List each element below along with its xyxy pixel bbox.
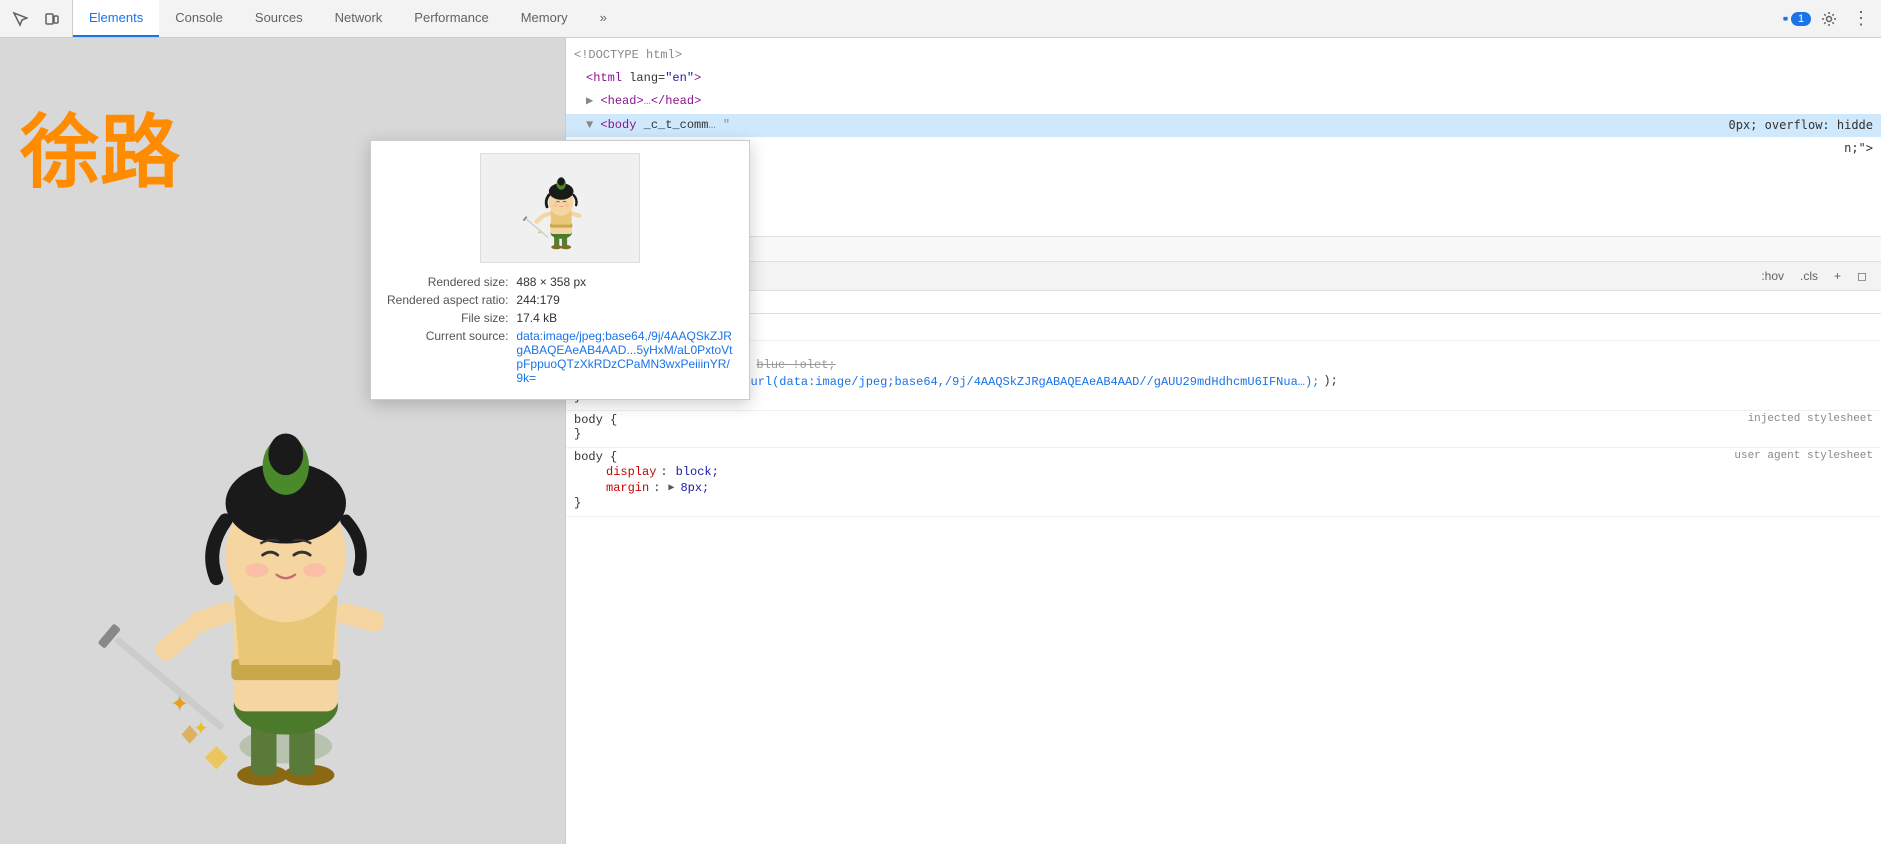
toolbar-icons xyxy=(0,0,73,37)
dom-svg[interactable]: ▼ <svg aria-hid… n;"> xyxy=(566,137,1881,160)
aspect-ratio-value: 244:179 xyxy=(565,291,737,309)
settings-button[interactable] xyxy=(1815,5,1843,33)
hov-button[interactable]: :hov xyxy=(1755,267,1790,285)
useragent-source-label: user agent stylesheet xyxy=(1734,450,1873,462)
feedback-button[interactable]: 1 xyxy=(1783,5,1811,33)
toggle-layout-button[interactable]: ◻ xyxy=(1851,267,1873,285)
devtools-tabs: Elements Console Sources Network Perform… xyxy=(73,0,1777,37)
svg-text:✦: ✦ xyxy=(170,690,189,716)
topbar-right-actions: 1 ⋮ xyxy=(1777,0,1881,37)
tab-network[interactable]: Network xyxy=(319,0,399,37)
styles-right-actions: :hov .cls + ◻ xyxy=(1755,267,1873,285)
main-area: 徐路 xyxy=(0,38,1881,844)
filter-input[interactable] xyxy=(588,295,1873,309)
injected-source-label: injected stylesheet xyxy=(1748,413,1873,425)
device-toggle-button[interactable] xyxy=(38,5,66,33)
dom-tree-container: <!DOCTYPE html> <html lang="en"> ▶ <head… xyxy=(566,38,1881,236)
tab-console[interactable]: Console xyxy=(159,0,239,37)
character-image: ✦ ✦ xyxy=(90,364,470,804)
tab-sources[interactable]: Sources xyxy=(239,0,319,37)
margin-expand[interactable]: ▶ xyxy=(668,482,674,494)
dom-body[interactable]: ▼ <body _c_t_comm… " 0px; overflow: hidd… xyxy=(566,114,1881,137)
css-rules: } body { background-color : blue !olet; xyxy=(566,314,1881,844)
tab-performance[interactable]: Performance xyxy=(398,0,504,37)
css-rule-closing: } xyxy=(566,318,1881,341)
css-line-background-color: background-color : blue !olet; xyxy=(574,357,1873,373)
notification-badge: 1 xyxy=(1791,12,1811,26)
css-line-display: display : block; xyxy=(574,464,1873,480)
breadcrumb: html body xyxy=(566,236,1881,262)
dom-symbol1[interactable]: ▶ <symbol id=' xyxy=(566,183,1881,206)
tab-more[interactable]: » xyxy=(584,0,623,37)
more-options-button[interactable]: ⋮ xyxy=(1847,5,1875,33)
dom-html[interactable]: <html lang="en"> xyxy=(566,67,1881,90)
add-style-button[interactable]: + xyxy=(1828,267,1847,285)
rendered-size-value: 488 × 358 px xyxy=(565,273,737,291)
file-size-value: 17.4 kB xyxy=(565,309,737,327)
css-rule-body-useragent: user agent stylesheet body { display : b… xyxy=(566,448,1881,517)
dom-empty xyxy=(566,160,1881,183)
current-source-value[interactable]: data:image/jpeg;base64,/9j/4AAQSkZJRgABA… xyxy=(565,327,737,387)
devtools-topbar: Elements Console Sources Network Perform… xyxy=(0,0,1881,38)
dom-symbol2[interactable]: ▶ <symbol id=' xyxy=(566,206,1881,229)
overflow-n-text: n;"> xyxy=(1844,139,1873,158)
overflow-style-text: 0px; overflow: hidde xyxy=(1729,116,1874,135)
css-rule-body-injected: injected stylesheet body { } xyxy=(566,411,1881,448)
tooltip-image-preview: ✦ xyxy=(565,153,640,263)
css-line-margin: margin : ▶ 8px; xyxy=(574,480,1873,496)
inspect-element-button[interactable] xyxy=(6,5,34,33)
tab-memory[interactable]: Memory xyxy=(505,0,584,37)
filter-bar xyxy=(566,291,1881,314)
dom-doctype[interactable]: <!DOCTYPE html> xyxy=(566,44,1881,67)
image-tooltip: ✦ Rendered size: 488 × 358 px Rendered a… xyxy=(565,140,750,400)
css-line-background: background : ▶ url(▶ url(data:image/jpeg… xyxy=(574,373,1873,390)
css-rule-body-background: body { background-color : blue !olet; ba… xyxy=(566,341,1881,411)
dom-head[interactable]: ▶ <head>…</head> xyxy=(566,90,1881,113)
styles-tabs-bar: Styles Computed :hov .cls + ◻ xyxy=(566,262,1881,291)
dom-tree: <!DOCTYPE html> <html lang="en"> ▶ <head… xyxy=(566,38,1881,236)
devtools-panel: <!DOCTYPE html> <html lang="en"> ▶ <head… xyxy=(565,38,1881,844)
tooltip-info-table: Rendered size: 488 × 358 px Rendered asp… xyxy=(565,273,737,387)
tooltip-preview-svg: ✦ xyxy=(565,163,615,253)
cls-button[interactable]: .cls xyxy=(1794,267,1824,285)
tab-elements[interactable]: Elements xyxy=(73,0,159,37)
chinese-heading: 徐路 xyxy=(20,88,180,204)
